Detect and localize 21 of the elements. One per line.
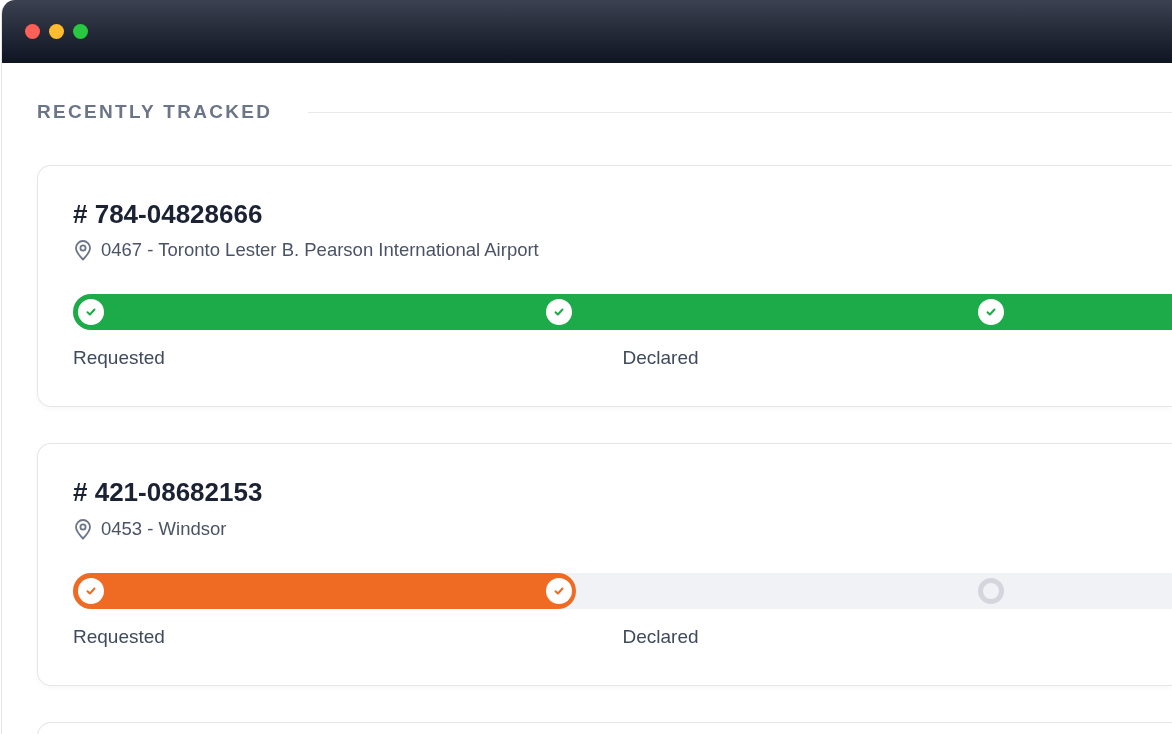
shipment-card[interactable]: # 784-04828666 0467 - Toronto Lester B. Pearson International Airport Requested Declared [37, 164, 1172, 408]
location-text: 0453 - Windsor [101, 516, 227, 541]
step-label: Declared [622, 345, 700, 370]
step-label: Requested [73, 624, 166, 649]
maximize-button[interactable] [73, 24, 88, 39]
check-icon [554, 586, 564, 595]
check-icon [86, 586, 96, 595]
close-button[interactable] [25, 24, 40, 39]
step-label: Requested [73, 345, 166, 370]
minimize-button[interactable] [49, 24, 64, 39]
location-text: 0467 - Toronto Lester B. Pearson International Airport [101, 238, 539, 263]
shipment-card[interactable]: # 421-08682153 0453 - Windsor Requested Declared [37, 443, 1172, 687]
location-pin-icon [73, 238, 93, 261]
check-icon [986, 307, 996, 316]
location-pin-icon [73, 517, 93, 540]
check-icon [86, 307, 96, 316]
check-icon [554, 307, 564, 316]
tracking-number: # 784-04828666 [73, 199, 264, 229]
tracking-number: # 421-08682153 [73, 478, 264, 507]
section-title: RECENTLY TRACKED [37, 100, 273, 124]
step-label: Declared [622, 624, 700, 649]
